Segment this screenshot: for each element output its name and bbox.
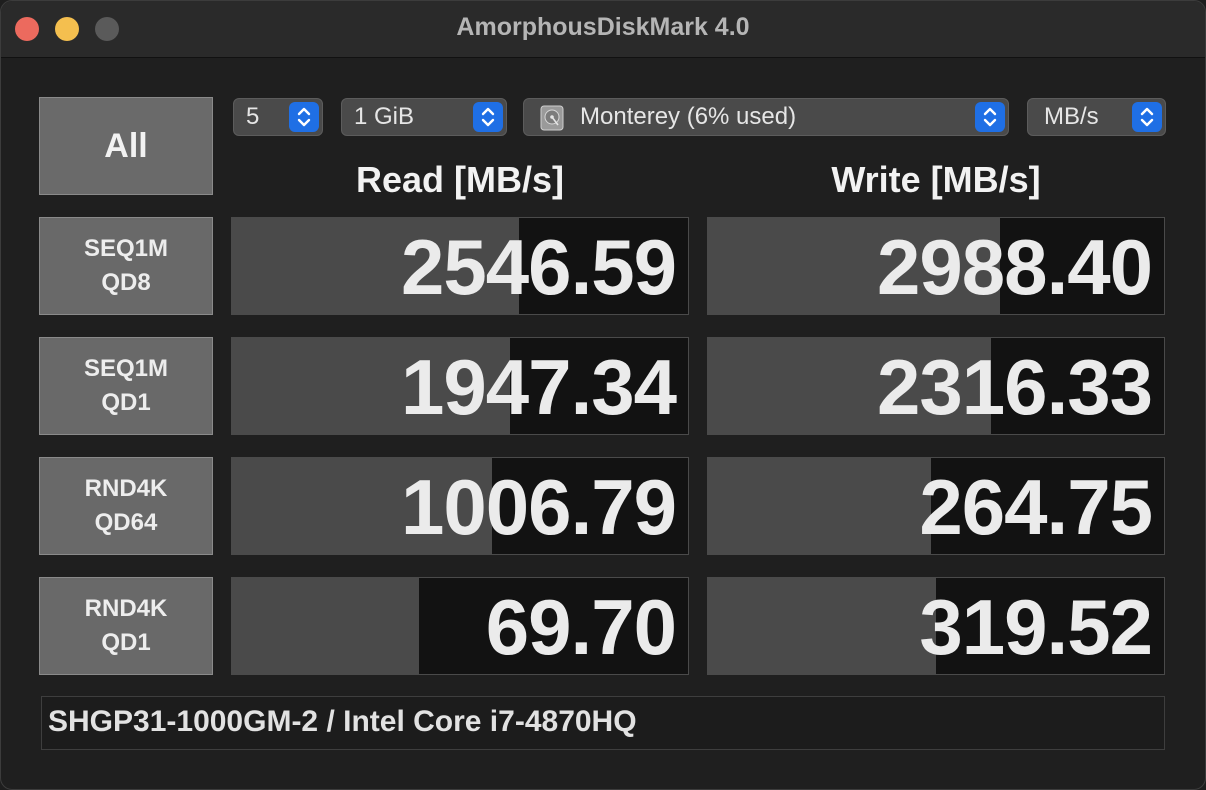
test-seq1m-qd8-button[interactable]: SEQ1M QD8	[39, 217, 213, 315]
write-result-bar	[708, 458, 932, 554]
test-rnd4k-qd1-button[interactable]: RND4K QD1	[39, 577, 213, 675]
test-count-select[interactable]: 5	[233, 98, 323, 136]
title-bar: AmorphousDiskMark 4.0	[1, 1, 1205, 58]
test-size-value: 1 GiB	[354, 103, 415, 130]
hard-disk-icon	[538, 104, 566, 137]
window-title: AmorphousDiskMark 4.0	[456, 13, 750, 41]
up-down-chevron-icon	[975, 102, 1005, 132]
up-down-chevron-icon	[289, 102, 319, 132]
test-name-line2: QD64	[94, 509, 158, 536]
up-down-chevron-icon	[473, 102, 503, 132]
test-seq1m-qd1-button[interactable]: SEQ1M QD1	[39, 337, 213, 435]
drive-select[interactable]: Monterey (6% used)	[523, 98, 1009, 136]
test-name-line1: RND4K	[84, 475, 168, 502]
write-result-cell: 2988.40	[707, 217, 1165, 315]
write-result-value: 2316.33	[877, 343, 1153, 431]
unit-select[interactable]: MB/s	[1027, 98, 1166, 136]
read-result-value: 69.70	[485, 583, 677, 671]
run-all-button[interactable]: All	[39, 97, 213, 195]
up-down-chevron-icon	[1132, 102, 1162, 132]
app-window: AmorphousDiskMark 4.0 All 5 1 GiB Monter…	[0, 0, 1206, 790]
read-result-bar	[232, 578, 419, 674]
write-result-value: 264.75	[919, 463, 1153, 551]
test-name-line2: QD8	[101, 269, 151, 296]
system-info-field[interactable]: SHGP31-1000GM-2 / Intel Core i7-4870HQ	[41, 696, 1165, 750]
write-result-value: 2988.40	[877, 223, 1153, 311]
test-name-line1: RND4K	[84, 595, 168, 622]
read-result-cell: 1006.79	[231, 457, 689, 555]
write-result-value: 319.52	[919, 583, 1153, 671]
read-header: Read [MB/s]	[355, 159, 565, 200]
test-count-value: 5	[246, 103, 260, 130]
read-result-value: 1006.79	[401, 463, 677, 551]
write-result-cell: 319.52	[707, 577, 1165, 675]
test-size-select[interactable]: 1 GiB	[341, 98, 507, 136]
read-result-cell: 69.70	[231, 577, 689, 675]
test-rnd4k-qd64-button[interactable]: RND4K QD64	[39, 457, 213, 555]
read-result-value: 2546.59	[401, 223, 677, 311]
drive-value: Monterey (6% used)	[580, 103, 797, 130]
read-result-cell: 2546.59	[231, 217, 689, 315]
test-name-line1: SEQ1M	[83, 355, 169, 382]
write-result-cell: 2316.33	[707, 337, 1165, 435]
unit-value: MB/s	[1044, 103, 1099, 130]
write-header: Write [MB/s]	[831, 159, 1041, 200]
write-result-cell: 264.75	[707, 457, 1165, 555]
test-name-line2: QD1	[101, 389, 151, 416]
test-name-line2: QD1	[101, 629, 151, 656]
read-result-cell: 1947.34	[231, 337, 689, 435]
write-result-bar	[708, 578, 936, 674]
test-name-line1: SEQ1M	[83, 235, 169, 262]
read-result-value: 1947.34	[401, 343, 677, 431]
